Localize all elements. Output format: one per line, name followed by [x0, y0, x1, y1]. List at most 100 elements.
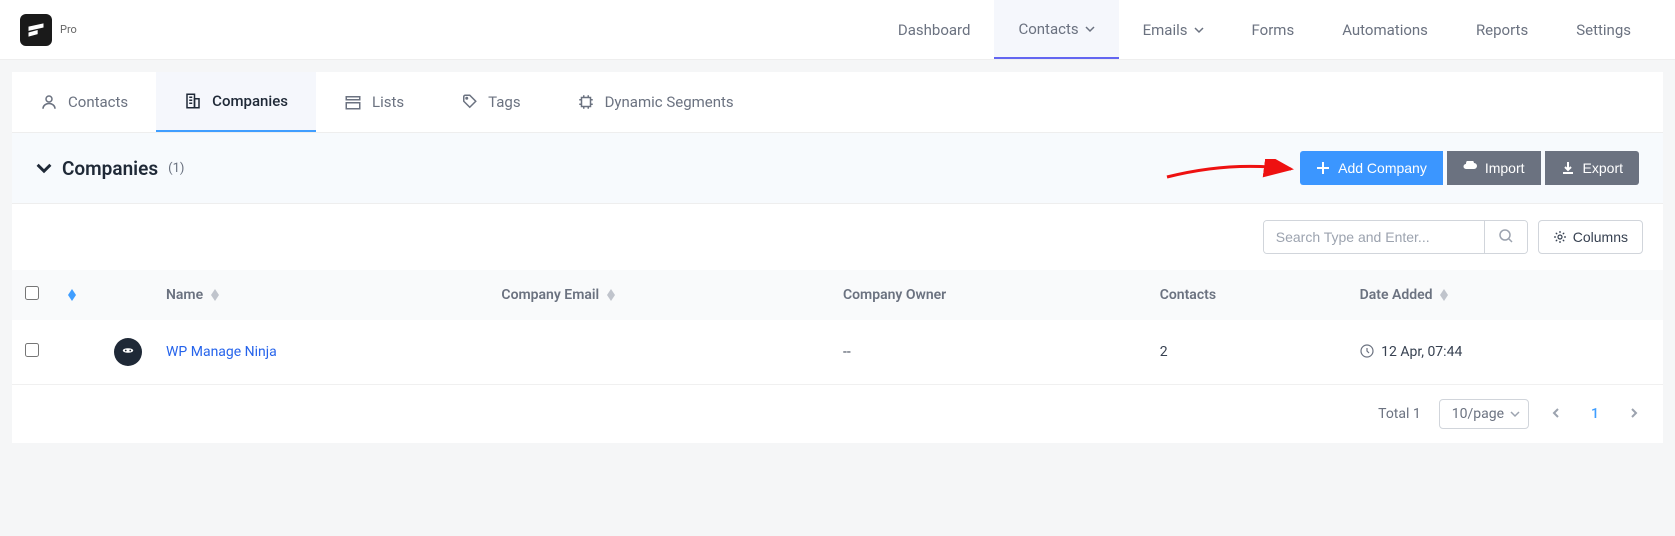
clock-icon — [1360, 344, 1374, 358]
nav-settings[interactable]: Settings — [1552, 0, 1655, 59]
sub-tabs: Contacts Companies Lists Tags Dynamic Se… — [12, 72, 1663, 133]
page-header: Companies (1) Add Company Import Export — [12, 133, 1663, 204]
select-all-checkbox[interactable] — [25, 286, 39, 300]
chevron-down-icon — [1194, 25, 1204, 35]
total-label: Total 1 — [1378, 406, 1421, 422]
header-owner[interactable]: Company Owner — [831, 270, 1148, 320]
header-email[interactable]: Company Email — [489, 270, 831, 320]
annotation-arrow — [1165, 159, 1295, 181]
header-date-added[interactable]: Date Added — [1348, 270, 1663, 320]
current-page[interactable]: 1 — [1583, 406, 1607, 422]
chip-icon — [577, 93, 595, 111]
tab-label: Dynamic Segments — [605, 93, 734, 111]
header-name[interactable]: Name — [154, 270, 489, 320]
nav-contacts[interactable]: Contacts — [994, 0, 1118, 59]
header-label: Name — [166, 287, 203, 303]
company-avatar — [114, 338, 142, 366]
tab-label: Tags — [488, 93, 520, 111]
search-icon — [1499, 229, 1513, 243]
caret-down-icon — [1440, 295, 1448, 301]
button-label: Export — [1583, 160, 1623, 176]
top-nav: Pro Dashboard Contacts Emails Forms Auto… — [0, 0, 1675, 60]
caret-down-icon — [68, 295, 76, 301]
toolbar: Columns — [12, 204, 1663, 270]
search-input[interactable] — [1264, 221, 1484, 253]
export-button[interactable]: Export — [1545, 151, 1639, 185]
pagination: Total 1 10/page 1 — [12, 385, 1663, 443]
tab-companies[interactable]: Companies — [156, 72, 316, 132]
header-sort-cell[interactable] — [52, 270, 102, 320]
row-checkbox[interactable] — [25, 343, 39, 357]
tab-dynamic-segments[interactable]: Dynamic Segments — [549, 72, 762, 132]
chevron-left-icon — [1551, 408, 1561, 418]
nav-dashboard[interactable]: Dashboard — [874, 0, 995, 59]
companies-table: Name Company Email Company Owner Contact… — [12, 270, 1663, 385]
chevron-down-icon — [1085, 24, 1095, 34]
next-page-button[interactable] — [1625, 402, 1643, 426]
date-added-value: 12 Apr, 07:44 — [1381, 344, 1462, 360]
tag-icon — [460, 93, 478, 111]
page-title-area[interactable]: Companies (1) — [36, 157, 184, 180]
nav-items: Dashboard Contacts Emails Forms Automati… — [874, 0, 1655, 59]
person-icon — [40, 93, 58, 111]
company-contacts: 2 — [1160, 344, 1168, 360]
nav-label: Settings — [1576, 21, 1631, 39]
list-icon — [344, 93, 362, 111]
nav-reports[interactable]: Reports — [1452, 0, 1552, 59]
building-icon — [184, 92, 202, 110]
button-label: Add Company — [1338, 160, 1427, 176]
tab-tags[interactable]: Tags — [432, 72, 548, 132]
company-owner: -- — [843, 344, 851, 360]
page-title: Companies — [62, 157, 158, 180]
nav-label: Contacts — [1018, 20, 1078, 38]
button-label: Columns — [1573, 229, 1628, 245]
caret-down-icon — [211, 295, 219, 301]
nav-label: Forms — [1252, 21, 1295, 39]
caret-down-icon — [607, 295, 615, 301]
nav-label: Reports — [1476, 21, 1528, 39]
table-container: Name Company Email Company Owner Contact… — [12, 270, 1663, 385]
chevron-down-icon — [1510, 409, 1520, 419]
tab-label: Companies — [212, 92, 288, 110]
header-checkbox-cell — [12, 270, 52, 320]
search-box — [1263, 220, 1528, 254]
table-row: WP Manage Ninja -- 2 12 Apr, 07:44 — [12, 320, 1663, 385]
tab-label: Lists — [372, 93, 404, 111]
header-label: Date Added — [1360, 287, 1433, 303]
button-label: Import — [1485, 160, 1525, 176]
ninja-icon — [119, 343, 137, 361]
header-label: Company Owner — [843, 287, 946, 303]
header-contacts[interactable]: Contacts — [1148, 270, 1348, 320]
per-page-select[interactable]: 10/page — [1439, 399, 1529, 429]
nav-label: Automations — [1342, 21, 1428, 39]
download-icon — [1561, 161, 1575, 175]
tab-contacts[interactable]: Contacts — [12, 72, 156, 132]
columns-button[interactable]: Columns — [1538, 220, 1643, 254]
logo-area: Pro — [20, 14, 77, 46]
tab-label: Contacts — [68, 93, 128, 111]
add-company-button[interactable]: Add Company — [1300, 151, 1443, 185]
gear-icon — [1553, 230, 1567, 244]
header-avatar-cell — [102, 270, 154, 320]
chevron-down-icon — [36, 160, 52, 176]
company-name-link[interactable]: WP Manage Ninja — [166, 344, 277, 360]
plus-icon — [1316, 161, 1330, 175]
search-button[interactable] — [1484, 221, 1527, 253]
header-label: Company Email — [501, 287, 599, 303]
cloud-upload-icon — [1463, 161, 1477, 175]
count-badge: (1) — [168, 161, 184, 176]
tab-lists[interactable]: Lists — [316, 72, 432, 132]
nav-emails[interactable]: Emails — [1119, 0, 1228, 59]
pro-badge: Pro — [60, 23, 77, 36]
app-logo[interactable] — [20, 14, 52, 46]
nav-automations[interactable]: Automations — [1318, 0, 1452, 59]
header-label: Contacts — [1160, 287, 1216, 303]
import-button[interactable]: Import — [1447, 151, 1541, 185]
nav-label: Dashboard — [898, 21, 971, 39]
prev-page-button[interactable] — [1547, 402, 1565, 426]
table-header-row: Name Company Email Company Owner Contact… — [12, 270, 1663, 320]
nav-forms[interactable]: Forms — [1228, 0, 1319, 59]
chevron-right-icon — [1629, 408, 1639, 418]
select-label: 10/page — [1452, 406, 1504, 422]
nav-label: Emails — [1143, 21, 1188, 39]
